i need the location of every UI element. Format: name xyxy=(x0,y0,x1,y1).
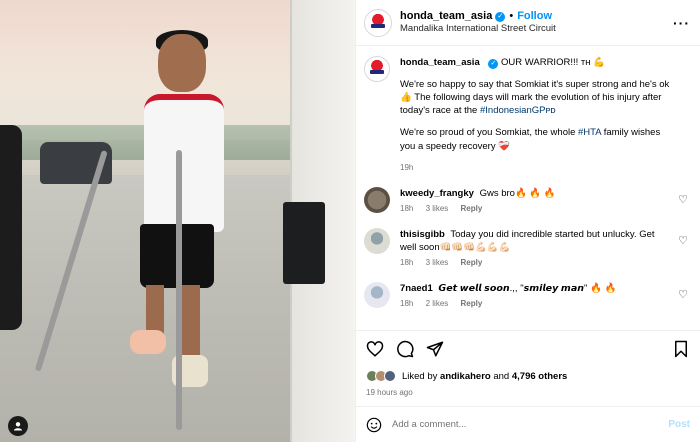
comment-username[interactable]: 7naed1 xyxy=(400,283,433,294)
comment-input[interactable] xyxy=(392,419,669,430)
heart-icon[interactable]: ♡ xyxy=(678,288,688,301)
separator-dot: • xyxy=(509,10,514,23)
photo-shirt xyxy=(144,94,224,232)
comment-time[interactable]: 18h xyxy=(400,204,413,213)
photo-bystander xyxy=(0,125,22,330)
comment-likes[interactable]: 3 likes xyxy=(426,204,449,213)
liker-username[interactable]: andikahero xyxy=(440,371,491,382)
more-options-icon[interactable]: ··· xyxy=(673,15,690,31)
location-link[interactable]: Mandalika International Street Circuit xyxy=(400,23,556,35)
photo-head xyxy=(158,34,206,92)
comment-username[interactable]: thisisgibb xyxy=(400,229,445,240)
hashtag-link[interactable]: #HTA xyxy=(578,127,601,138)
heart-icon[interactable]: ♡ xyxy=(678,234,688,247)
reply-button[interactable]: Reply xyxy=(461,299,483,308)
comments-list: honda_team_asia ✓ OUR WARRIOR!!! ᴛʜ 💪 We… xyxy=(356,46,700,330)
comment-username[interactable]: kweedy_frangky xyxy=(400,188,474,199)
post-button[interactable]: Post xyxy=(668,419,690,430)
account-avatar[interactable] xyxy=(364,8,392,37)
commenter-avatar[interactable] xyxy=(364,186,390,213)
caption-username[interactable]: honda_team_asia xyxy=(400,57,480,68)
likes-others[interactable]: 4,796 others xyxy=(512,371,567,382)
caption-time[interactable]: 19h xyxy=(400,163,413,172)
commenter-avatar[interactable] xyxy=(364,282,390,309)
photo-leg-right xyxy=(182,285,200,355)
bookmark-icon[interactable] xyxy=(672,340,690,358)
caption: honda_team_asia ✓ OUR WARRIOR!!! ᴛʜ 💪 We… xyxy=(364,56,690,173)
hashtag-link[interactable]: #IndonesianGPᴘᴅ xyxy=(480,105,556,116)
reply-button[interactable]: Reply xyxy=(461,204,483,213)
comment-time[interactable]: 18h xyxy=(400,299,413,308)
photo-foot-cast xyxy=(130,330,166,354)
comment-text: 𝙂𝙚𝙩 𝙬𝙚𝙡𝙡 𝙨𝙤𝙤𝙣.,, "𝙨𝙢𝙞𝙡𝙚𝙮 𝙢𝙖𝙣" 🔥 🔥 xyxy=(438,283,617,295)
verified-badge-icon: ✓ xyxy=(495,11,506,22)
add-comment-bar: Post xyxy=(356,406,700,442)
post-photo[interactable] xyxy=(0,0,355,442)
comment-text: Gws bro🔥 🔥 🔥 xyxy=(479,187,556,199)
comment-item: thisisgibb Today you did incredible star… xyxy=(364,227,690,268)
post-header: honda_team_asia ✓ • Follow Mandalika Int… xyxy=(356,0,700,46)
reply-button[interactable]: Reply xyxy=(461,258,483,267)
share-icon[interactable] xyxy=(426,340,444,358)
verified-badge-icon: ✓ xyxy=(488,59,499,69)
photo-crutch-right xyxy=(176,150,182,430)
heart-icon[interactable] xyxy=(366,340,384,358)
commenter-avatar[interactable] xyxy=(364,227,390,254)
comment-item: 7naed1 𝙂𝙚𝙩 𝙬𝙚𝙡𝙡 𝙨𝙤𝙤𝙣.,, "𝙨𝙢𝙞𝙡𝙚𝙮 𝙢𝙖𝙣" 🔥 🔥… xyxy=(364,282,690,309)
likes-middle: and xyxy=(493,370,510,382)
follow-button[interactable]: Follow xyxy=(517,10,552,23)
comment-time[interactable]: 18h xyxy=(400,258,413,267)
caption-title: OUR WARRIOR!!! ᴛʜ 💪 xyxy=(501,57,605,68)
comment-likes[interactable]: 2 likes xyxy=(426,299,449,308)
caption-paragraph-2a: We're so proud of you Somkiat, the whole xyxy=(400,127,579,139)
heart-icon[interactable]: ♡ xyxy=(678,193,688,206)
emoji-icon[interactable] xyxy=(366,417,382,433)
post-sidebar: honda_team_asia ✓ • Follow Mandalika Int… xyxy=(355,0,700,442)
likes-summary[interactable]: Liked by andikahero and 4,796 others xyxy=(356,366,700,386)
honda-logo-icon xyxy=(366,58,388,80)
likes-prefix: Liked by xyxy=(402,370,438,382)
photo-speaker xyxy=(283,202,325,284)
honda-logo-icon xyxy=(367,11,389,34)
posted-time[interactable]: 19 hours ago xyxy=(356,386,700,406)
header-username[interactable]: honda_team_asia xyxy=(400,10,492,23)
user-tag-icon[interactable] xyxy=(8,416,28,436)
comment-icon[interactable] xyxy=(396,340,414,358)
action-bar xyxy=(356,330,700,366)
comment-item: kweedy_frangky Gws bro🔥 🔥 🔥 18h 3 likes … xyxy=(364,186,690,214)
likers-avatars xyxy=(366,370,396,382)
comment-likes[interactable]: 3 likes xyxy=(426,258,449,267)
caption-avatar[interactable] xyxy=(364,56,390,82)
